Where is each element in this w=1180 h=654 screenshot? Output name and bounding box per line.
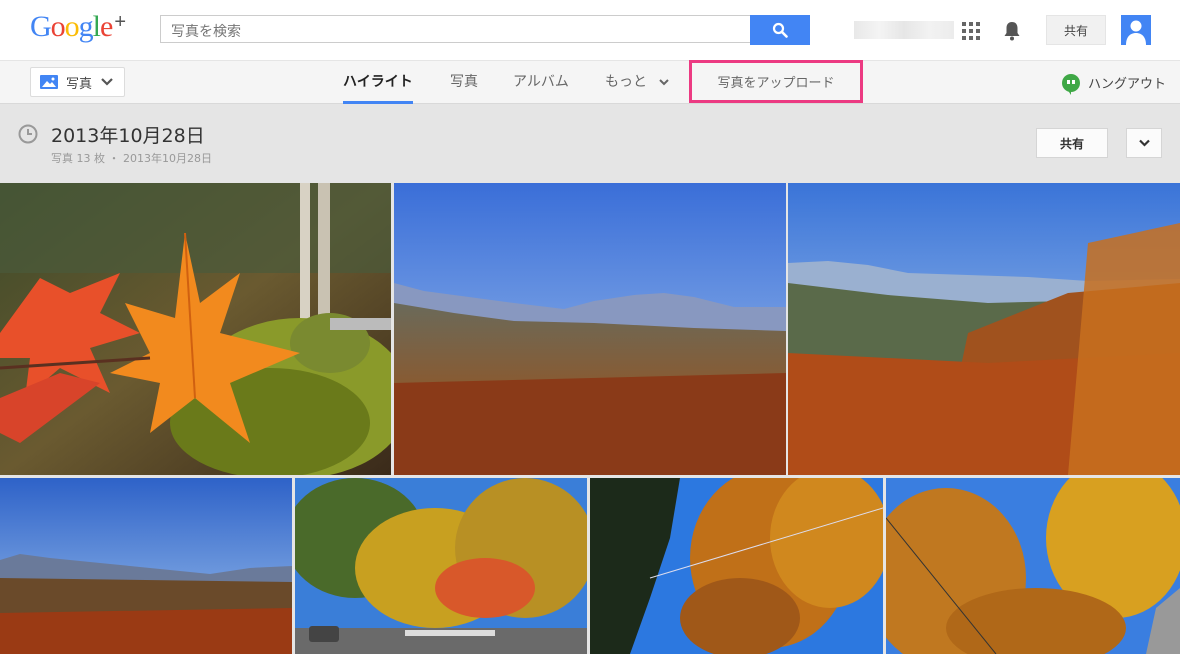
tab-photos[interactable]: 写真 xyxy=(450,61,478,104)
chevron-down-icon xyxy=(659,79,670,86)
search-icon xyxy=(772,22,788,38)
share-button-top[interactable]: 共有 xyxy=(1046,15,1106,45)
search-input[interactable] xyxy=(160,15,750,43)
tab-highlights[interactable]: ハイライト xyxy=(343,61,413,104)
photo-icon xyxy=(40,75,58,89)
google-plus-logo[interactable]: Google + xyxy=(30,10,126,44)
chevron-down-icon xyxy=(1138,139,1150,147)
photo-image xyxy=(394,183,786,475)
album-header: 2013年10月28日 写真 13 枚 ・ 2013年10月28日 共有 xyxy=(0,104,1180,183)
photos-dropdown-label: 写真 xyxy=(66,76,93,92)
user-avatar-icon xyxy=(1126,20,1146,45)
hangouts-icon xyxy=(1062,73,1080,95)
tab-more[interactable]: もっと xyxy=(605,61,670,104)
photo-image xyxy=(590,478,883,654)
logo-letter: l xyxy=(92,10,101,43)
tab-albums[interactable]: アルバム xyxy=(513,61,569,104)
share-album-button[interactable]: 共有 xyxy=(1036,128,1108,158)
account-name-redacted xyxy=(854,21,954,39)
album-options-button[interactable] xyxy=(1126,128,1162,158)
album-title: 2013年10月28日 xyxy=(51,125,205,147)
logo-letter: o xyxy=(50,10,66,43)
photo-image xyxy=(788,183,1180,475)
tab-more-label: もっと xyxy=(605,74,647,90)
photo-maple-leaves[interactable] xyxy=(0,183,391,475)
search-button[interactable] xyxy=(750,15,810,45)
photos-dropdown[interactable]: 写真 xyxy=(30,67,125,97)
photo-distant-mountains[interactable] xyxy=(0,478,292,654)
logo-letter: e xyxy=(100,10,113,43)
photo-autumn-canopy[interactable] xyxy=(886,478,1180,654)
logo-letter: G xyxy=(30,10,52,43)
photo-autumn-valley-right[interactable] xyxy=(788,183,1180,475)
upload-photos-button[interactable]: 写真をアップロード xyxy=(689,60,863,103)
photo-image xyxy=(0,478,292,654)
logo-plus: + xyxy=(114,11,126,33)
album-subtitle: 写真 13 枚 ・ 2013年10月28日 xyxy=(51,152,212,165)
notification-bell-icon[interactable] xyxy=(1002,20,1022,42)
photo-trees-blue-sky[interactable] xyxy=(590,478,883,654)
chevron-down-icon xyxy=(101,78,113,86)
photo-valley-mountains[interactable] xyxy=(394,183,786,475)
hangouts-label: ハングアウト xyxy=(1088,77,1167,92)
top-bar: Google+ 共有 xyxy=(0,0,1180,60)
photo-image xyxy=(0,183,391,475)
nav-bar: 写真 ハイライト 写真 アルバム もっと 写真をアップロード ハングアウト xyxy=(0,60,1180,104)
photo-image xyxy=(886,478,1180,654)
logo-wordmark: Google xyxy=(30,10,113,43)
apps-grid-icon[interactable] xyxy=(962,22,980,40)
hangouts-button[interactable]: ハングアウト xyxy=(1062,61,1166,104)
logo-letter: o xyxy=(64,10,80,43)
logo-letter: g xyxy=(78,10,94,43)
photo-roadside-autumn-trees[interactable] xyxy=(295,478,587,654)
avatar[interactable] xyxy=(1121,15,1151,45)
photo-image xyxy=(295,478,587,654)
clock-icon xyxy=(18,124,38,144)
